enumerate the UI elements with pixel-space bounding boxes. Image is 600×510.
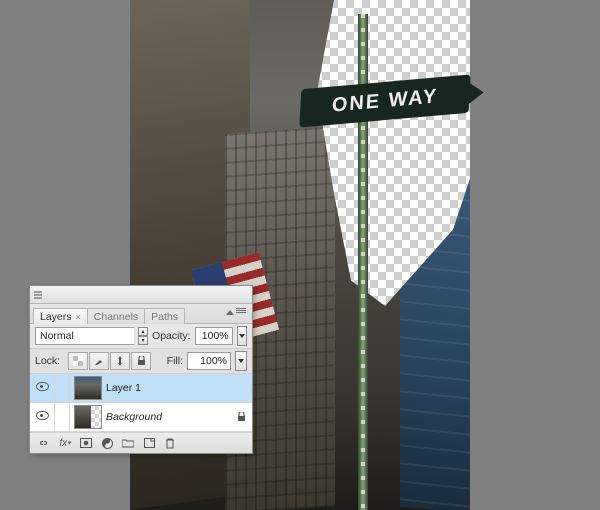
lock-icon bbox=[237, 412, 246, 422]
lock-position-button[interactable] bbox=[110, 352, 130, 370]
layer-thumbnail[interactable] bbox=[74, 376, 102, 400]
delete-layer-button[interactable] bbox=[162, 436, 178, 450]
yin-yang-icon bbox=[102, 438, 113, 449]
tab-paths[interactable]: Paths bbox=[144, 308, 185, 324]
brush-icon bbox=[94, 356, 104, 366]
fill-label: Fill: bbox=[167, 355, 183, 367]
panel-menu-icon[interactable] bbox=[236, 307, 246, 314]
link-icon bbox=[38, 438, 50, 448]
opacity-value: 100% bbox=[202, 330, 229, 342]
add-mask-button[interactable] bbox=[78, 436, 94, 450]
lock-fill-row: Lock: Fill: 100% bbox=[30, 349, 252, 374]
layer-thumbnail[interactable] bbox=[74, 405, 102, 429]
transparency-grid-icon bbox=[73, 356, 83, 366]
visibility-toggle[interactable] bbox=[30, 374, 55, 402]
mask-icon bbox=[80, 438, 92, 448]
sign-text: ONE WAY bbox=[331, 85, 438, 117]
blend-opacity-row: Normal ▴▾ Opacity: 100% bbox=[30, 324, 252, 349]
tab-label: Paths bbox=[151, 311, 178, 323]
move-arrows-icon bbox=[115, 356, 125, 366]
folder-icon bbox=[122, 438, 134, 448]
tab-layers[interactable]: Layers × bbox=[33, 308, 88, 324]
layer-row[interactable]: Background bbox=[30, 403, 252, 432]
panel-footer: fx▾ bbox=[30, 432, 252, 453]
layers-panel: Layers × Channels Paths Normal ▴▾ Opacity… bbox=[29, 285, 253, 454]
new-page-icon bbox=[144, 438, 155, 448]
panel-titlebar[interactable] bbox=[30, 286, 252, 304]
close-icon[interactable]: × bbox=[76, 312, 81, 322]
trash-icon bbox=[165, 438, 175, 449]
lock-icon bbox=[137, 356, 146, 366]
layer-name[interactable]: Layer 1 bbox=[106, 382, 141, 394]
lock-all-button[interactable] bbox=[131, 352, 151, 370]
panel-collapse-icon[interactable] bbox=[226, 310, 234, 315]
lock-transparency-button[interactable] bbox=[68, 352, 88, 370]
lock-pixels-button[interactable] bbox=[89, 352, 109, 370]
new-group-button[interactable] bbox=[120, 436, 136, 450]
blend-mode-stepper[interactable]: ▴▾ bbox=[138, 327, 148, 345]
visibility-toggle[interactable] bbox=[30, 403, 55, 431]
eye-icon bbox=[36, 382, 49, 394]
lock-buttons bbox=[68, 352, 151, 370]
layer-row[interactable]: Layer 1 bbox=[30, 374, 252, 403]
layer-name[interactable]: Background bbox=[106, 411, 162, 423]
panel-grip-icon[interactable] bbox=[34, 291, 42, 299]
fill-input[interactable]: 100% bbox=[187, 352, 231, 370]
link-layers-button[interactable] bbox=[36, 436, 52, 450]
link-column[interactable] bbox=[55, 403, 70, 431]
photoshop-workspace: ONE WAY Layers × Channels Paths Normal bbox=[0, 0, 600, 510]
link-column[interactable] bbox=[55, 374, 70, 402]
blend-mode-value: Normal bbox=[40, 330, 74, 342]
tab-label: Channels bbox=[94, 311, 138, 323]
eye-icon bbox=[36, 411, 49, 423]
opacity-flyout-icon[interactable] bbox=[237, 326, 247, 346]
opacity-input[interactable]: 100% bbox=[195, 327, 233, 345]
layers-list: Layer 1 Background bbox=[30, 374, 252, 432]
tab-channels[interactable]: Channels bbox=[87, 308, 145, 324]
adjustment-layer-button[interactable] bbox=[99, 436, 115, 450]
layer-fx-button[interactable]: fx▾ bbox=[57, 436, 73, 450]
fill-flyout-icon[interactable] bbox=[235, 351, 247, 371]
opacity-label: Opacity: bbox=[152, 330, 191, 342]
fill-value: 100% bbox=[200, 355, 227, 367]
panel-tabs: Layers × Channels Paths bbox=[30, 304, 252, 324]
blend-mode-select[interactable]: Normal bbox=[35, 327, 134, 345]
new-layer-button[interactable] bbox=[141, 436, 157, 450]
lock-label: Lock: bbox=[35, 355, 60, 367]
tab-label: Layers bbox=[40, 311, 72, 323]
